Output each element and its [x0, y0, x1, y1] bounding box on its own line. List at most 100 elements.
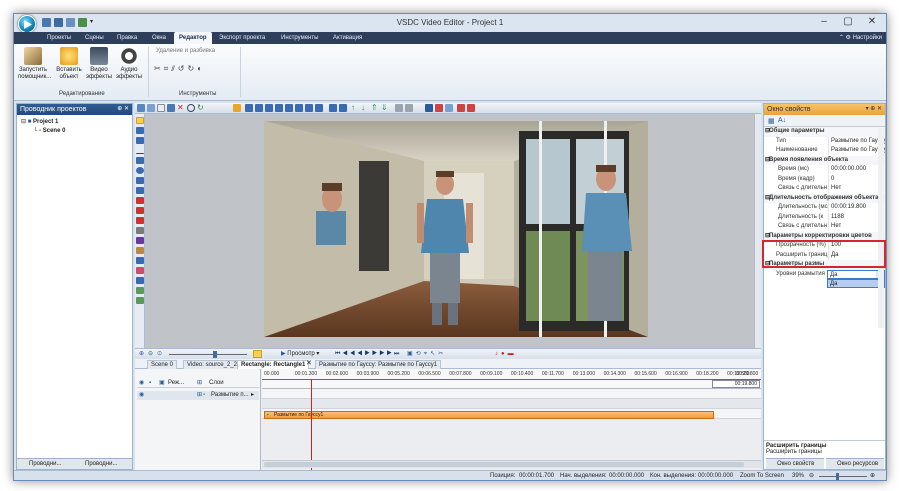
chart-tool-icon[interactable]	[136, 217, 144, 224]
property-section[interactable]: Параметры корректировки цветов ⊟	[764, 231, 885, 241]
playhead[interactable]	[311, 379, 312, 470]
menu-tools[interactable]: Инструменты	[276, 32, 323, 44]
minimize-button[interactable]: –	[812, 14, 836, 30]
close-tab-icon[interactable]: ✕	[306, 359, 312, 369]
polygon-tool-icon[interactable]	[136, 177, 144, 184]
tab-gaussian-blur[interactable]: Размытие по Гауссу: Размытие по Гауссу1	[315, 360, 442, 369]
insert-object-button[interactable]: Вставить объект	[54, 47, 84, 81]
toolbar-icon[interactable]	[435, 104, 443, 112]
tab-scene-0[interactable]: Scene 0	[147, 360, 178, 369]
tab-video-source[interactable]: Video: source_2_2	[183, 360, 241, 369]
pin-icon[interactable]: ⊕ ✕	[117, 104, 129, 115]
zoom-slider[interactable]	[819, 476, 867, 477]
menu-windows[interactable]: Окна	[147, 32, 171, 44]
arrow-bottom-icon[interactable]: ⇓	[381, 104, 389, 112]
toolbar-icon[interactable]	[167, 104, 175, 112]
align-icon[interactable]	[265, 104, 273, 112]
collapse-icon[interactable]: ⊟	[765, 194, 770, 203]
property-row[interactable]: Связь с длительн Нет	[764, 222, 885, 232]
group-icon[interactable]	[395, 104, 403, 112]
tab-properties-window[interactable]: Окно свойств	[766, 458, 824, 469]
property-section[interactable]: Общие параметры ⊟	[764, 127, 885, 137]
menu-export[interactable]: Экспорт проекта	[214, 32, 270, 44]
zoom-in-icon[interactable]: ⊕	[870, 471, 875, 480]
gaussian-blur-clip[interactable]: ▪ Размытие по Гауссу1	[264, 411, 714, 419]
toolbar-icon[interactable]	[467, 104, 475, 112]
close-button[interactable]: ✕	[860, 14, 884, 30]
scroll-thumb[interactable]	[264, 462, 744, 467]
movement-tool-icon[interactable]	[136, 297, 144, 304]
volume-icon[interactable]: ▬	[508, 351, 517, 357]
zoom-out-icon[interactable]: ⊖	[148, 350, 153, 357]
collapse-icon[interactable]: ⊟	[765, 156, 770, 165]
text-tool-icon[interactable]	[136, 197, 144, 204]
circle-icon[interactable]	[187, 104, 195, 112]
settings-button[interactable]: ⌃ ⚙ Настройки	[839, 32, 882, 44]
video-preview[interactable]	[264, 121, 648, 337]
horizontal-scrollbar[interactable]	[262, 460, 761, 468]
zoom-slider[interactable]	[169, 354, 247, 355]
collapse-icon[interactable]: ⊟	[765, 260, 770, 269]
preview-button[interactable]: ▶ Просмотр ▾	[281, 349, 319, 359]
zoom-fit-icon[interactable]: ⊙	[157, 350, 162, 357]
property-row[interactable]: Связь с длительн Нет	[764, 184, 885, 194]
property-row[interactable]: Тип Размытие по Гауссу	[764, 136, 885, 147]
menu-edit[interactable]: Правка	[112, 32, 142, 44]
toolbar-icon[interactable]	[445, 104, 453, 112]
image-tool-icon[interactable]	[136, 137, 144, 144]
zoom-slider-thumb[interactable]	[213, 351, 217, 358]
play-button-icon[interactable]: ▶	[364, 351, 371, 357]
collapse-icon[interactable]: ⊟	[765, 127, 770, 136]
delete-icon[interactable]: ✕	[177, 104, 185, 112]
align-icon[interactable]	[315, 104, 323, 112]
rotate-icon[interactable]: ↻	[197, 104, 205, 112]
marker-icon[interactable]: ▣	[407, 351, 416, 357]
waveform-tool-icon[interactable]	[136, 277, 144, 284]
tab-object-explorer[interactable]: Проводни...	[75, 460, 117, 469]
collapse-icon[interactable]: ⊟	[765, 232, 770, 241]
zoom-slider-thumb[interactable]	[836, 473, 839, 480]
property-row[interactable]: Длительность (к 1188	[764, 212, 885, 223]
tab-rectangle[interactable]: Rectangle: Rectangle1	[237, 360, 310, 369]
sort-alpha-icon[interactable]: A↓	[778, 117, 786, 124]
audio-effects-button[interactable]: Аудио эффекты	[114, 47, 144, 81]
property-row[interactable]: Время (мс) 00:00:00.000	[764, 165, 885, 175]
shape-tool-icon[interactable]	[136, 187, 144, 194]
lock-icon[interactable]: ▪	[149, 379, 151, 388]
toolbar-icon[interactable]	[457, 104, 465, 112]
align-icon[interactable]	[305, 104, 313, 112]
menu-activation[interactable]: Активация	[328, 32, 367, 44]
animation-tool-icon[interactable]	[136, 287, 144, 294]
property-row[interactable]: Наименование Размытие по Гауссу1	[764, 146, 885, 156]
categorized-icon[interactable]: ▦	[768, 117, 775, 125]
toolbar-icon[interactable]	[157, 104, 165, 112]
subtitle-tool-icon[interactable]	[136, 207, 144, 214]
effects-icon[interactable]: ◐	[197, 64, 205, 73]
video-effect-tool-icon[interactable]	[136, 227, 144, 234]
select-tool-icon[interactable]	[136, 117, 144, 124]
sprite-tool-icon[interactable]	[136, 237, 144, 244]
tree-item-project[interactable]: ⊟ ■ Project 1	[21, 118, 132, 127]
time-ruler[interactable]: 00.000 00:01.300 00:02.600 00:03.900 00:05.2…	[262, 369, 761, 389]
properties-scrollbar[interactable]	[878, 128, 884, 328]
rectangle-tool-icon[interactable]	[136, 157, 144, 164]
maximize-button[interactable]: ▢	[836, 14, 860, 30]
rotate-left-icon[interactable]: ↺	[178, 64, 188, 73]
property-row[interactable]: Прозрачность (%) 100	[764, 241, 885, 251]
menu-editor[interactable]: Редактор	[174, 32, 212, 44]
ungroup-icon[interactable]	[405, 104, 413, 112]
align-icon[interactable]	[245, 104, 253, 112]
prev-frame-icon[interactable]: ◀◀	[342, 351, 357, 357]
zoom-out-icon[interactable]: ⊖	[809, 471, 814, 480]
tab-project-explorer[interactable]: Проводни...	[19, 460, 61, 469]
distribute-icon[interactable]	[339, 104, 347, 112]
distribute-icon[interactable]	[329, 104, 337, 112]
up-arrow-icon[interactable]: ⌃	[839, 35, 844, 41]
arrow-up-icon[interactable]: ↑	[351, 104, 359, 112]
property-row[interactable]: Время (кадр) 0	[764, 174, 885, 185]
to-end-icon[interactable]: ⏭	[394, 351, 401, 357]
menu-scenes[interactable]: Сцены	[80, 32, 109, 44]
align-icon[interactable]	[255, 104, 263, 112]
next-frame-icon[interactable]: ▶▶	[379, 351, 394, 357]
cursor-icon[interactable]: ↖	[430, 351, 438, 357]
